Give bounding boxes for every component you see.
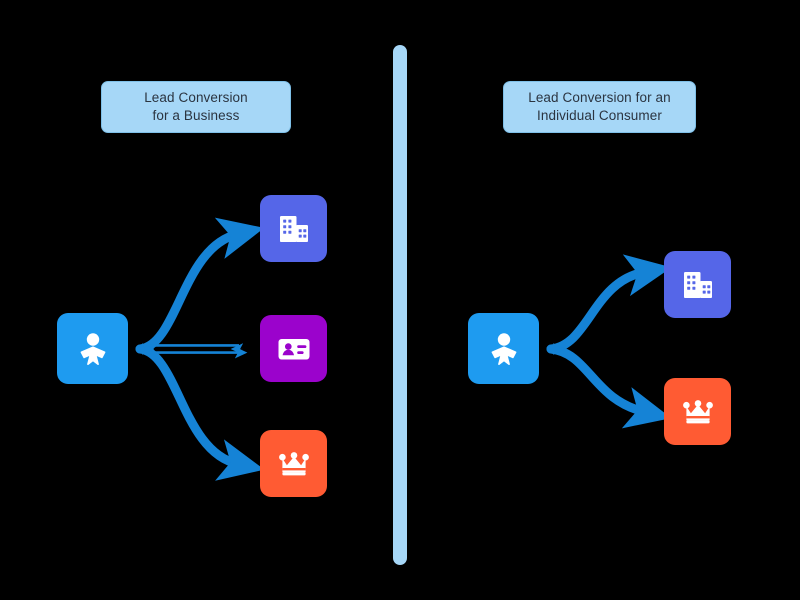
crown-opportunity-icon <box>275 445 313 483</box>
building-account-icon <box>275 210 313 248</box>
tile-account-consumer[interactable] <box>664 251 731 318</box>
arrow-lead-to-business-opportunity <box>135 344 265 481</box>
person-lead-icon <box>484 329 524 369</box>
tile-lead-consumer[interactable] <box>468 313 539 384</box>
tile-account-business[interactable] <box>260 195 327 262</box>
contact-card-icon <box>274 329 314 369</box>
tile-contact-business[interactable] <box>260 315 327 382</box>
arrow-lead-to-business-account <box>135 217 265 354</box>
arrow-lead-to-consumer-opportunity <box>546 344 672 429</box>
tile-opportunity-business[interactable] <box>260 430 327 497</box>
label-lead-conversion-business: Lead Conversion for a Business <box>101 81 291 133</box>
tile-opportunity-consumer[interactable] <box>664 378 731 445</box>
arrow-lead-to-consumer-account <box>546 254 672 354</box>
tile-lead-business[interactable] <box>57 313 128 384</box>
building-account-icon <box>679 266 717 304</box>
vertical-divider <box>393 45 407 565</box>
label-lead-conversion-consumer: Lead Conversion for an Individual Consum… <box>503 81 696 133</box>
crown-opportunity-icon <box>679 393 717 431</box>
diagram-canvas: Lead Conversion for a Business Lead Conv… <box>0 0 800 600</box>
person-lead-icon <box>73 329 113 369</box>
